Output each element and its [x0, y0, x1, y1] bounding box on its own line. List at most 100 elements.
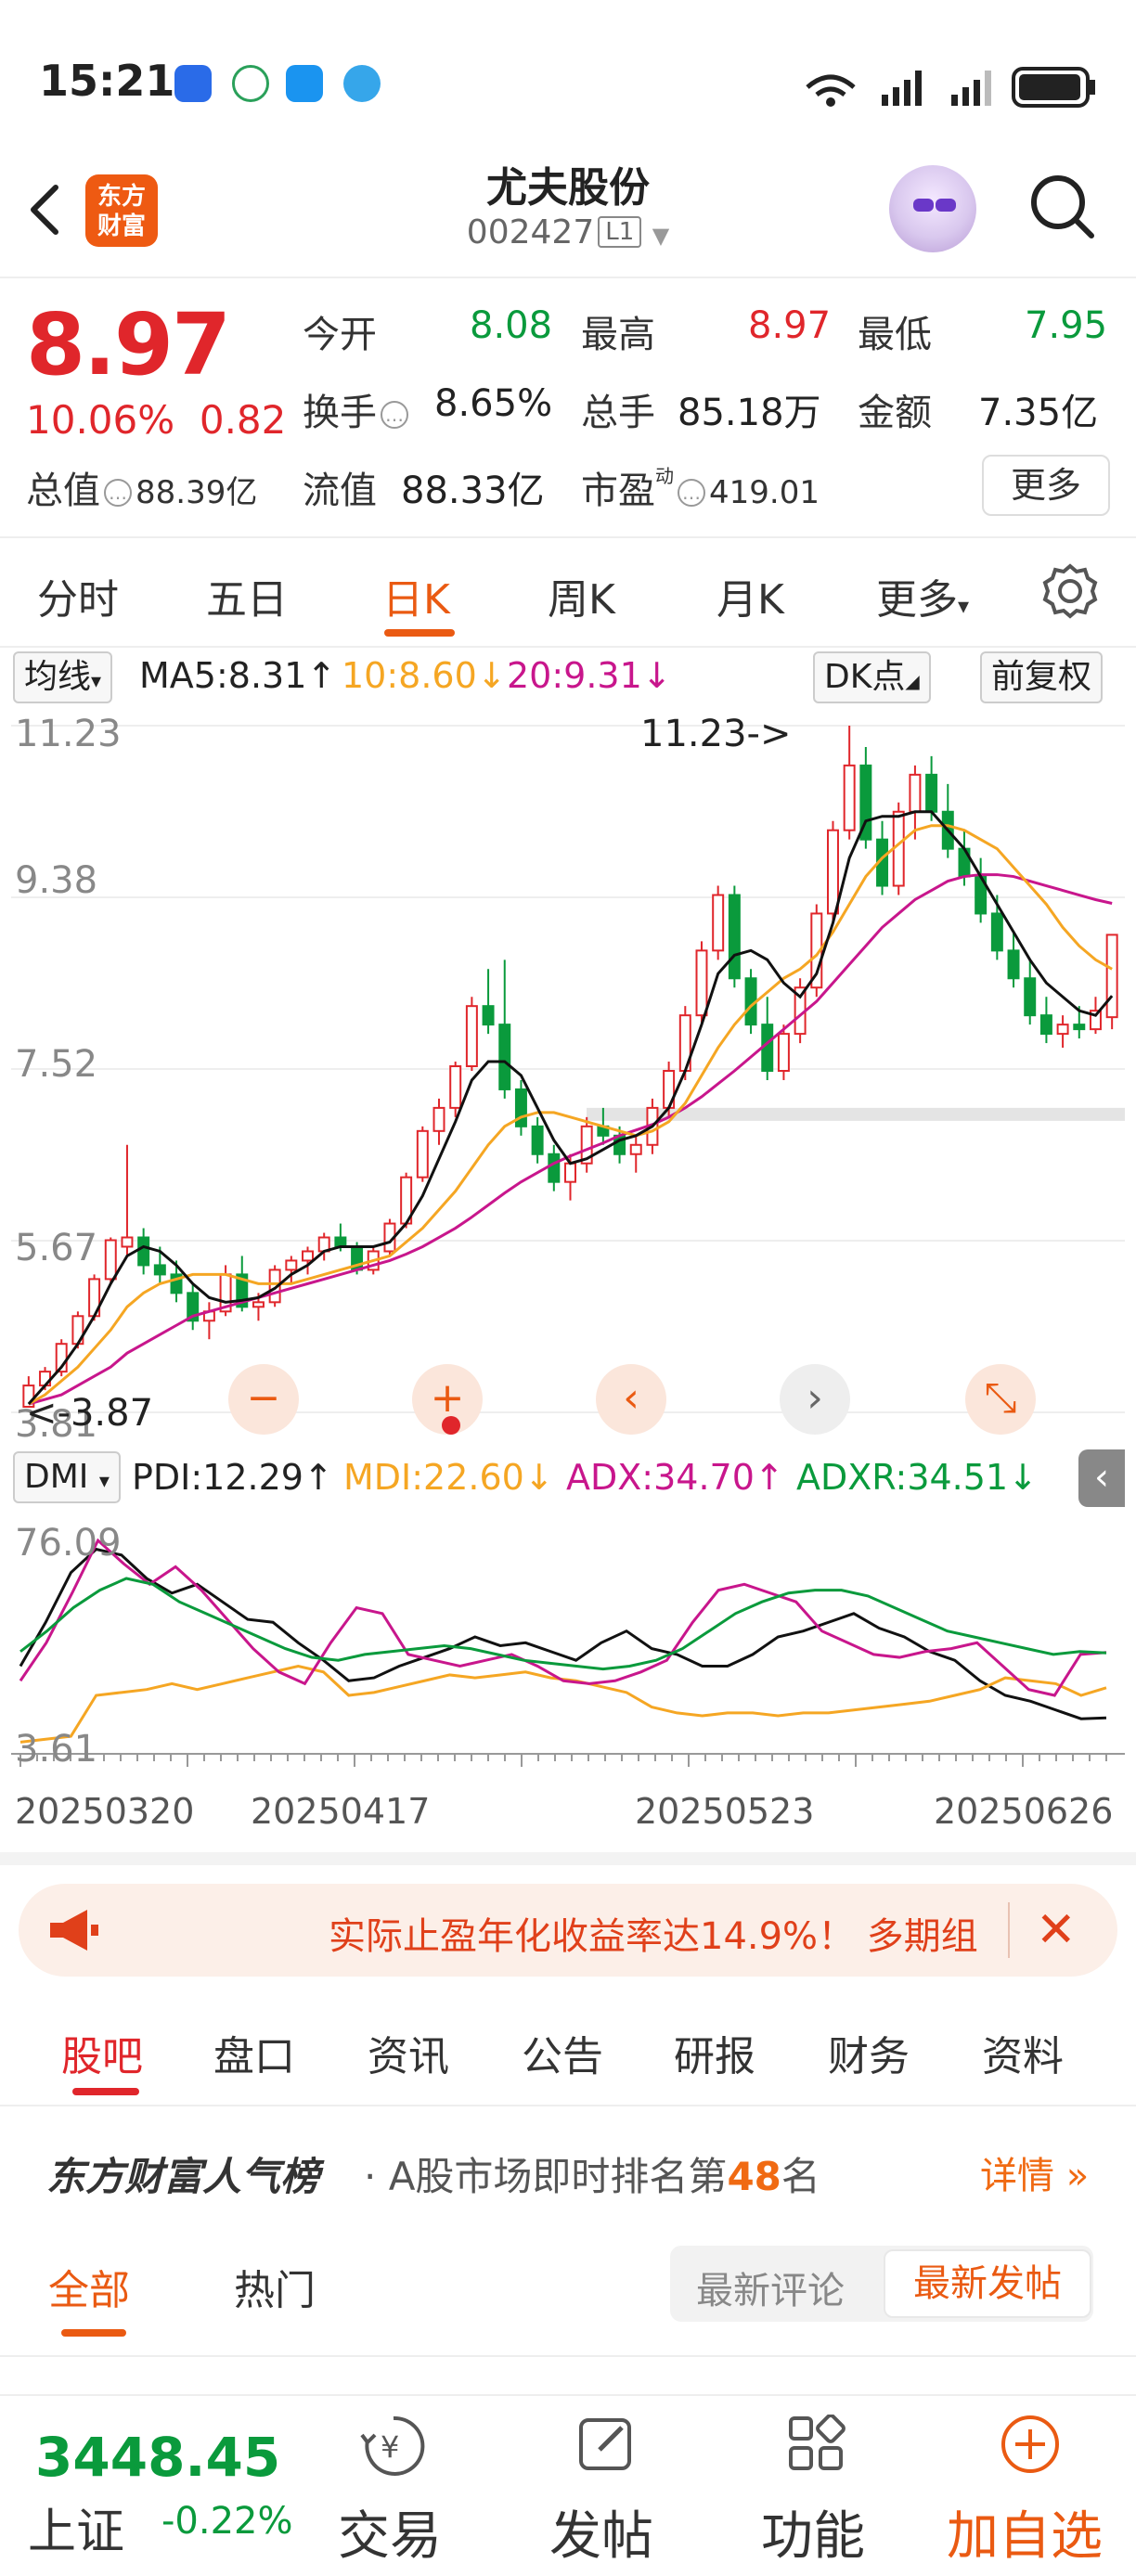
candlestick-chart[interactable]	[11, 707, 1125, 1449]
pe-sup: 动	[655, 465, 674, 487]
adx-label: ADX:34.70↑	[566, 1457, 784, 1498]
tab-pankou[interactable]: 盘口	[213, 2023, 295, 2082]
caret-down-icon: ▾	[98, 1470, 110, 1493]
candle-body	[548, 1153, 561, 1183]
amount-value: 7.35亿	[978, 392, 1099, 434]
ma20-line	[28, 873, 1113, 1406]
candle-body	[449, 1065, 462, 1109]
dk-point-button[interactable]: DK点◢	[813, 651, 931, 703]
low-label: 最低	[858, 314, 932, 356]
adxr-value: ADXR:34.51	[796, 1457, 1009, 1498]
trade-button[interactable]: 交易	[338, 2494, 442, 2570]
candle-body	[564, 1162, 576, 1183]
add-watchlist-icon	[1001, 2415, 1059, 2473]
active-tab-indicator	[384, 629, 455, 637]
ma-selector[interactable]: 均线▾	[13, 651, 113, 703]
tab-five-day[interactable]: 五日	[206, 566, 288, 625]
ma-bar: 均线▾ MA5:8.31↑ 10:8.60↓ 20:9.31↓ DK点◢ 前复权	[0, 650, 1136, 705]
tab-finance[interactable]: 财务	[828, 2023, 910, 2082]
turnover-label: 换手…	[303, 382, 412, 436]
pe-label: 市盈动… 419.01	[581, 460, 820, 514]
candle-body	[252, 1301, 265, 1308]
candle-body	[925, 773, 938, 813]
candle-body	[104, 1239, 117, 1281]
candle-body	[514, 1088, 527, 1127]
info-icon[interactable]: …	[381, 401, 408, 429]
tab-news[interactable]: 资讯	[368, 2023, 449, 2082]
dmi-bar: DMI ▾ PDI:12.29↑ MDI:22.60↓ ADX:34.70↑ A…	[0, 1448, 1136, 1507]
functions-button[interactable]: 功能	[761, 2494, 865, 2570]
rank-number: 48	[727, 2154, 781, 2199]
scroll-right-button[interactable]: ›	[780, 1364, 850, 1435]
level-badge: L1	[598, 216, 642, 248]
tab-more[interactable]: 更多▾	[876, 566, 969, 625]
caret-down-icon: ▾	[958, 593, 970, 619]
sort-latest-comment[interactable]: 最新评论	[696, 2260, 845, 2314]
ai-assistant-icon[interactable]	[889, 165, 976, 252]
tab-intraday[interactable]: 分时	[37, 566, 119, 625]
index-value[interactable]: 3448.45	[35, 2426, 280, 2489]
app-notification-icon	[174, 65, 212, 102]
pdi-value: PDI:12.29	[132, 1457, 303, 1498]
divider	[1008, 1902, 1010, 1958]
rank-detail-link[interactable]: 详情 »	[980, 2145, 1089, 2199]
mdi-label: MDI:22.60↓	[343, 1457, 554, 1498]
more-button[interactable]: 更多	[982, 455, 1110, 516]
price-change: 10.06% 0.82	[26, 397, 286, 443]
tab-weekly-k[interactable]: 周K	[548, 566, 615, 625]
info-icon[interactable]: …	[678, 479, 705, 507]
fullscreen-icon[interactable]: ⤡	[965, 1364, 1036, 1435]
candle-body	[432, 1106, 445, 1132]
scroll-left-button[interactable]: ‹	[596, 1364, 666, 1435]
collapse-panel-button[interactable]: ‹	[1078, 1449, 1125, 1507]
filter-hot[interactable]: 热门	[234, 2257, 316, 2316]
close-icon[interactable]: ✕	[1036, 1902, 1077, 1958]
divider	[0, 2355, 1136, 2357]
info-icon[interactable]: …	[104, 479, 132, 507]
add-watchlist-button[interactable]: 加自选	[947, 2494, 1103, 2570]
volume-label: 总手	[581, 392, 655, 434]
candle-body	[137, 1236, 150, 1267]
candle-body	[285, 1259, 298, 1271]
post-button[interactable]: 发帖	[549, 2494, 653, 2570]
ma5-label: MA5:8.31↑	[139, 655, 337, 696]
ma20-label: 20:9.31↓	[507, 655, 672, 696]
tab-guba[interactable]: 股吧	[61, 2023, 143, 2082]
settings-gear-icon[interactable]	[1041, 562, 1099, 620]
period-tabs: 分时 五日 日K 周K 月K 更多▾	[0, 540, 1136, 648]
y-tick-label: 7.52	[15, 1043, 98, 1086]
candle-body	[302, 1250, 314, 1262]
tab-announcements[interactable]: 公告	[522, 2023, 603, 2082]
y-tick-label: 9.38	[15, 859, 98, 902]
popularity-rank[interactable]: 东方财富人气榜 · A股市场即时排名第48名 详情 »	[0, 2125, 1136, 2209]
sort-latest-post[interactable]: 最新发帖	[884, 2249, 1091, 2318]
indicator-selector[interactable]: DMI ▾	[13, 1451, 121, 1503]
turnover-value: 8.65%	[434, 382, 553, 425]
dmi-chart[interactable]	[11, 1511, 1125, 1780]
candle-body	[990, 912, 1003, 952]
active-tab-indicator	[72, 2088, 139, 2095]
ma10-label: 10:8.60↓	[342, 655, 507, 696]
tab-profile[interactable]: 资料	[982, 2023, 1064, 2082]
caret-down-icon: ▾	[91, 670, 102, 693]
tab-research[interactable]: 研报	[674, 2023, 755, 2082]
search-icon[interactable]	[1026, 171, 1097, 241]
candle-body	[629, 1143, 642, 1155]
tab-more-label: 更多	[876, 576, 958, 624]
adjust-price-button[interactable]: 前复权	[980, 651, 1104, 703]
candle-body	[712, 894, 725, 952]
candle-body	[1039, 1014, 1052, 1036]
zoom-out-button[interactable]: −	[228, 1364, 299, 1435]
signal-battery-icon	[806, 67, 1095, 108]
divider	[0, 2105, 1136, 2106]
high-value: 8.97	[748, 304, 832, 347]
tab-daily-k[interactable]: 日K	[382, 566, 450, 625]
candle-body	[1073, 1024, 1086, 1031]
filter-all[interactable]: 全部	[48, 2257, 130, 2316]
tab-monthly-k[interactable]: 月K	[716, 566, 784, 625]
active-tab-indicator	[61, 2329, 126, 2337]
promo-banner[interactable]: 实际止盈年化收益率达14.9%！ 多期组 ✕	[19, 1884, 1117, 1977]
rank-detail-label: 详情	[980, 2155, 1054, 2197]
index-name[interactable]: 上证	[28, 2492, 124, 2562]
x-axis-label: 20250626	[934, 1791, 1114, 1832]
